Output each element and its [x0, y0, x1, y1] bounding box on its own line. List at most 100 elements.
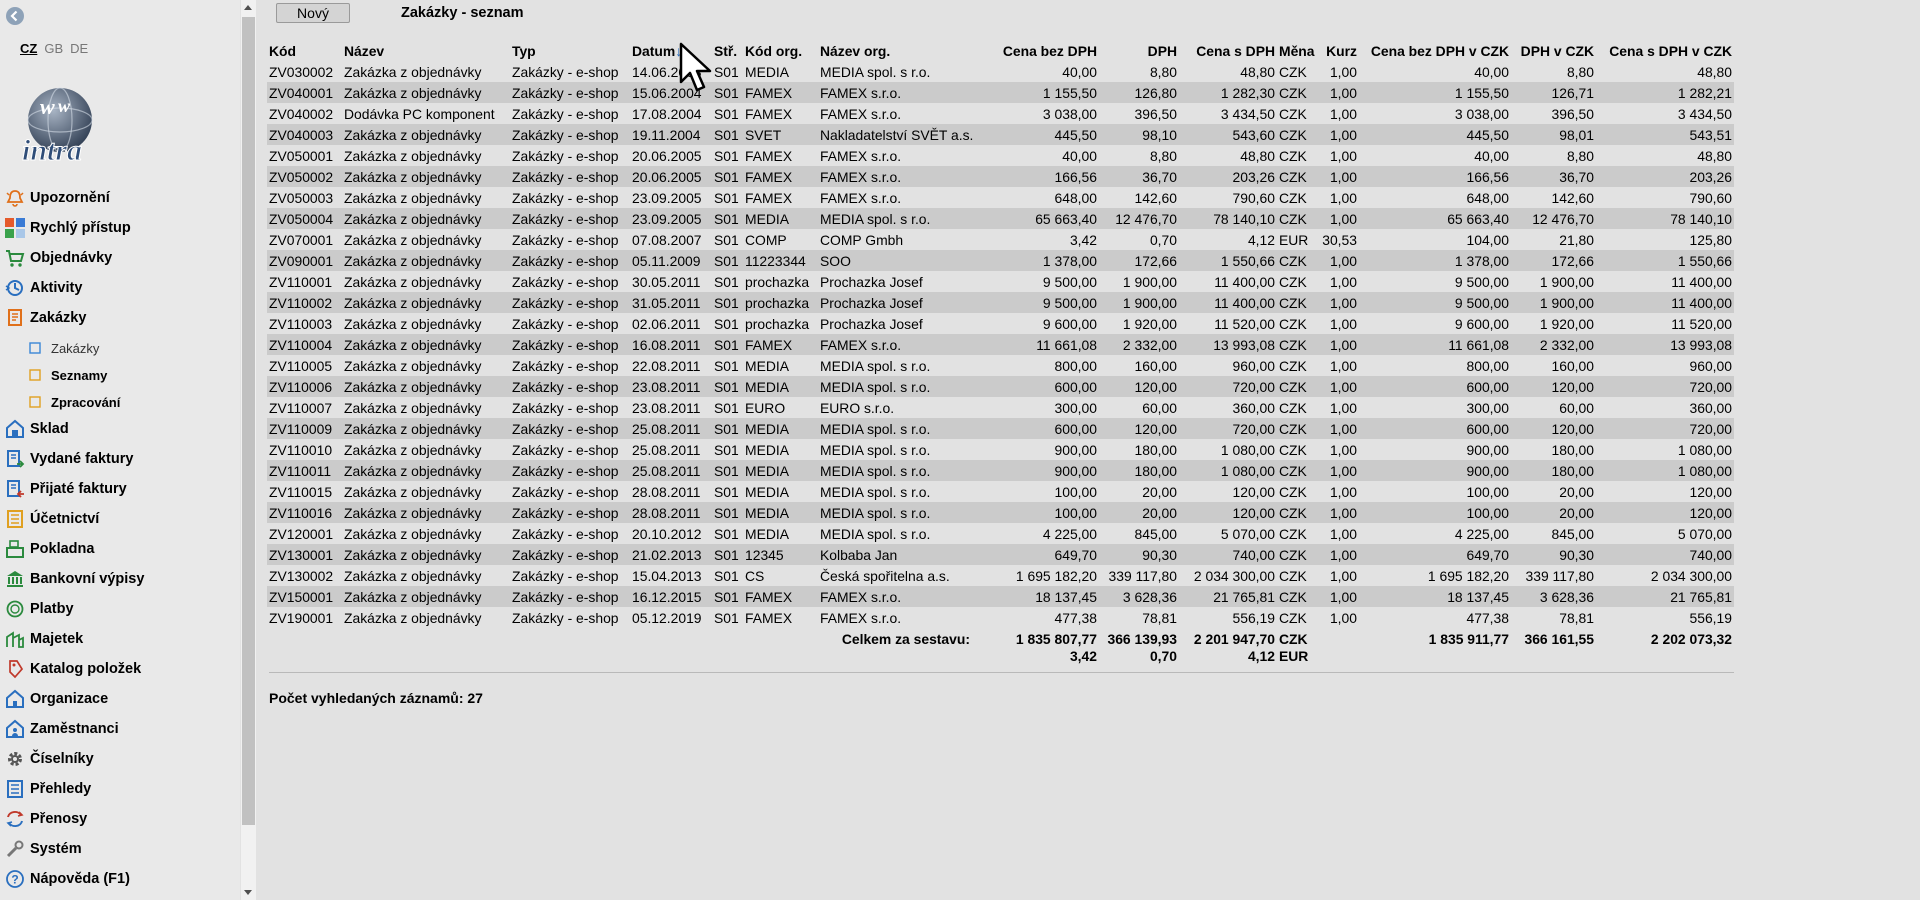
table-row[interactable]: ZV110004 Zakázka z objednávky Zakázky - e-…	[267, 334, 1734, 355]
menu-item-bankovni-vypisy[interactable]: Bankovní výpisy	[4, 567, 144, 591]
language-gb[interactable]: GB	[44, 41, 63, 56]
table-row[interactable]: ZV090001 Zakázka z objednávky Zakázky - e-…	[267, 250, 1734, 271]
menu-item-aktivity[interactable]: Aktivity	[4, 276, 82, 300]
table-cell: MEDIA spol. s r.o.	[818, 418, 988, 439]
table-cell: 1,00	[1320, 166, 1359, 187]
menu-item-organizace[interactable]: Organizace	[4, 687, 108, 711]
table-row[interactable]: ZV130001 Zakázka z objednávky Zakázky - e-…	[267, 544, 1734, 565]
table-row[interactable]: ZV050003 Zakázka z objednávky Zakázky - e-…	[267, 187, 1734, 208]
scrollbar-thumb[interactable]	[242, 17, 255, 825]
column-header[interactable]: Cena bez DPH v CZK	[1359, 41, 1511, 61]
table-cell: 20,00	[1099, 502, 1179, 523]
menu-item-prenosy[interactable]: Přenosy	[4, 807, 87, 831]
menu-item-ciselniky[interactable]: Číselníky	[4, 747, 94, 771]
employees-icon	[4, 718, 26, 740]
menu-item-prijate-faktury[interactable]: Přijaté faktury	[4, 477, 127, 501]
menu-item-prehledy[interactable]: Přehledy	[4, 777, 91, 801]
new-button[interactable]: Nový	[276, 3, 350, 23]
column-header[interactable]: Cena s DPH v CZK	[1596, 41, 1734, 61]
menu-item-katalog-polozek[interactable]: Katalog položek	[4, 657, 141, 681]
table-cell: 180,00	[1134, 441, 1178, 458]
menu-item-objednavky[interactable]: Objednávky	[4, 246, 112, 270]
table-cell: 3 628,36	[1099, 586, 1179, 607]
table-row[interactable]: ZV110010 Zakázka z objednávky Zakázky - e-…	[267, 439, 1734, 460]
table-row[interactable]: ZV110003 Zakázka z objednávky Zakázky - e-…	[267, 313, 1734, 334]
submenu-item-zakazky[interactable]: Zakázky	[28, 336, 99, 360]
table-cell: ZV070001	[269, 231, 334, 248]
menu-item-sklad[interactable]: Sklad	[4, 417, 69, 441]
column-header[interactable]: Kurz	[1320, 41, 1359, 61]
menu-item-zakazky[interactable]: Zakázky	[4, 306, 86, 330]
menu-item-rychly-pristup[interactable]: Rychlý přístup	[4, 216, 131, 240]
column-header[interactable]: Typ	[510, 41, 630, 61]
table-cell: 18 137,45	[1359, 586, 1511, 607]
table-row[interactable]: ZV110009 Zakázka z objednávky Zakázky - e-…	[267, 418, 1734, 439]
table-cell: 1,00	[1320, 544, 1359, 565]
table-cell: 11 400,00	[1596, 292, 1734, 313]
menu-item-platby[interactable]: Platby	[4, 597, 74, 621]
language-cz[interactable]: CZ	[20, 41, 37, 56]
table-cell: 790,60	[1232, 189, 1276, 206]
menu-item-majetek[interactable]: Majetek	[4, 627, 83, 651]
table-row[interactable]: ZV110011 Zakázka z objednávky Zakázky - e-…	[267, 460, 1734, 481]
table-row[interactable]: ZV110002 Zakázka z objednávky Zakázky - e-…	[267, 292, 1734, 313]
table-row[interactable]: ZV130002 Zakázka z objednávky Zakázky - e-…	[267, 565, 1734, 586]
menu-item-napoveda[interactable]: ? Nápověda (F1)	[4, 867, 130, 891]
column-header[interactable]: Název	[342, 41, 510, 61]
table-row[interactable]: ZV040001 Zakázka z objednávky Zakázky - e-…	[267, 82, 1734, 103]
column-header[interactable]: Měna	[1277, 41, 1320, 61]
table-cell: 65 663,40	[988, 208, 1099, 229]
table-row[interactable]: ZV110006 Zakázka z objednávky Zakázky - e-…	[267, 376, 1734, 397]
scroll-up-arrow-icon[interactable]	[244, 5, 252, 10]
back-arrow-icon[interactable]	[6, 7, 24, 25]
table-cell: CZK	[1277, 292, 1320, 313]
table-cell: CZK	[1279, 189, 1307, 206]
menu-item-ucetnictvi[interactable]: Účetnictví	[4, 507, 99, 531]
table-row[interactable]: ZV050002 Zakázka z objednávky Zakázky - e-…	[267, 166, 1734, 187]
bank-icon	[4, 568, 26, 590]
table-cell: 445,50	[1359, 124, 1511, 145]
table-cell: 30,53	[1322, 231, 1357, 248]
table-cell: 21 765,81	[1179, 586, 1277, 607]
table-row[interactable]: ZV070001 Zakázka z objednávky Zakázky - e-…	[267, 229, 1734, 250]
menu-item-zamestnanci[interactable]: Zaměstnanci	[4, 717, 119, 741]
table-cell: 20.06.2005	[632, 147, 702, 164]
scroll-down-arrow-icon[interactable]	[244, 890, 252, 895]
table-cell: FAMEX	[743, 166, 818, 187]
submenu-item-zpracovani[interactable]: Zpracování	[28, 390, 120, 414]
table-cell: 100,00	[1359, 502, 1511, 523]
column-header[interactable]: Název org.	[818, 41, 988, 61]
column-header[interactable]: Kód org.	[743, 41, 818, 61]
table-row[interactable]: ZV150001 Zakázka z objednávky Zakázky - e-…	[267, 586, 1734, 607]
table-cell: MEDIA spol. s r.o.	[820, 525, 931, 542]
column-header[interactable]: DPH v CZK	[1511, 41, 1596, 61]
table-cell: Zakázka z objednávky	[342, 208, 510, 229]
table-row[interactable]: ZV190001 Zakázka z objednávky Zakázky - e-…	[267, 607, 1734, 628]
table-row[interactable]: ZV110001 Zakázka z objednávky Zakázky - e-…	[267, 271, 1734, 292]
column-header[interactable]: Cena s DPH	[1179, 41, 1277, 61]
table-row[interactable]: ZV110015 Zakázka z objednávky Zakázky - e-…	[267, 481, 1734, 502]
table-cell: CZK	[1277, 250, 1320, 271]
table-row[interactable]: ZV110007 Zakázka z objednávky Zakázky - e-…	[267, 397, 1734, 418]
menu-item-pokladna[interactable]: Pokladna	[4, 537, 94, 561]
menu-item-system[interactable]: Systém	[4, 837, 82, 861]
table-row[interactable]: ZV050004 Zakázka z objednávky Zakázky - e-…	[267, 208, 1734, 229]
table-row[interactable]: ZV040003 Zakázka z objednávky Zakázky - e-…	[267, 124, 1734, 145]
table-cell: 556,19	[1232, 609, 1276, 626]
table-cell: Kolbaba Jan	[818, 544, 988, 565]
table-row[interactable]: ZV050001 Zakázka z objednávky Zakázky - e-…	[267, 145, 1734, 166]
table-row[interactable]: ZV030002 Zakázka z objednávky Zakázky - e-…	[267, 61, 1734, 82]
table-row[interactable]: ZV110016 Zakázka z objednávky Zakázky - e-…	[267, 502, 1734, 523]
menu-item-vydane-faktury[interactable]: Vydané faktury	[4, 447, 133, 471]
language-de[interactable]: DE	[70, 41, 88, 56]
menu-item-upozorneni[interactable]: Upozornění	[4, 186, 110, 210]
sidebar-scrollbar[interactable]	[241, 0, 256, 900]
table-row[interactable]: ZV120001 Zakázka z objednávky Zakázky - e-…	[267, 523, 1734, 544]
column-header[interactable]: DPH	[1099, 41, 1179, 61]
table-row[interactable]: ZV110005 Zakázka z objednávky Zakázky - e-…	[267, 355, 1734, 376]
table-cell: COMP Gmbh	[820, 231, 904, 248]
submenu-item-seznamy[interactable]: Seznamy	[28, 363, 107, 387]
column-header[interactable]: Cena bez DPH	[988, 41, 1099, 61]
table-row[interactable]: ZV040002 Dodávka PC komponent Zakázky - e-…	[267, 103, 1734, 124]
column-header[interactable]: Kód	[267, 41, 342, 61]
